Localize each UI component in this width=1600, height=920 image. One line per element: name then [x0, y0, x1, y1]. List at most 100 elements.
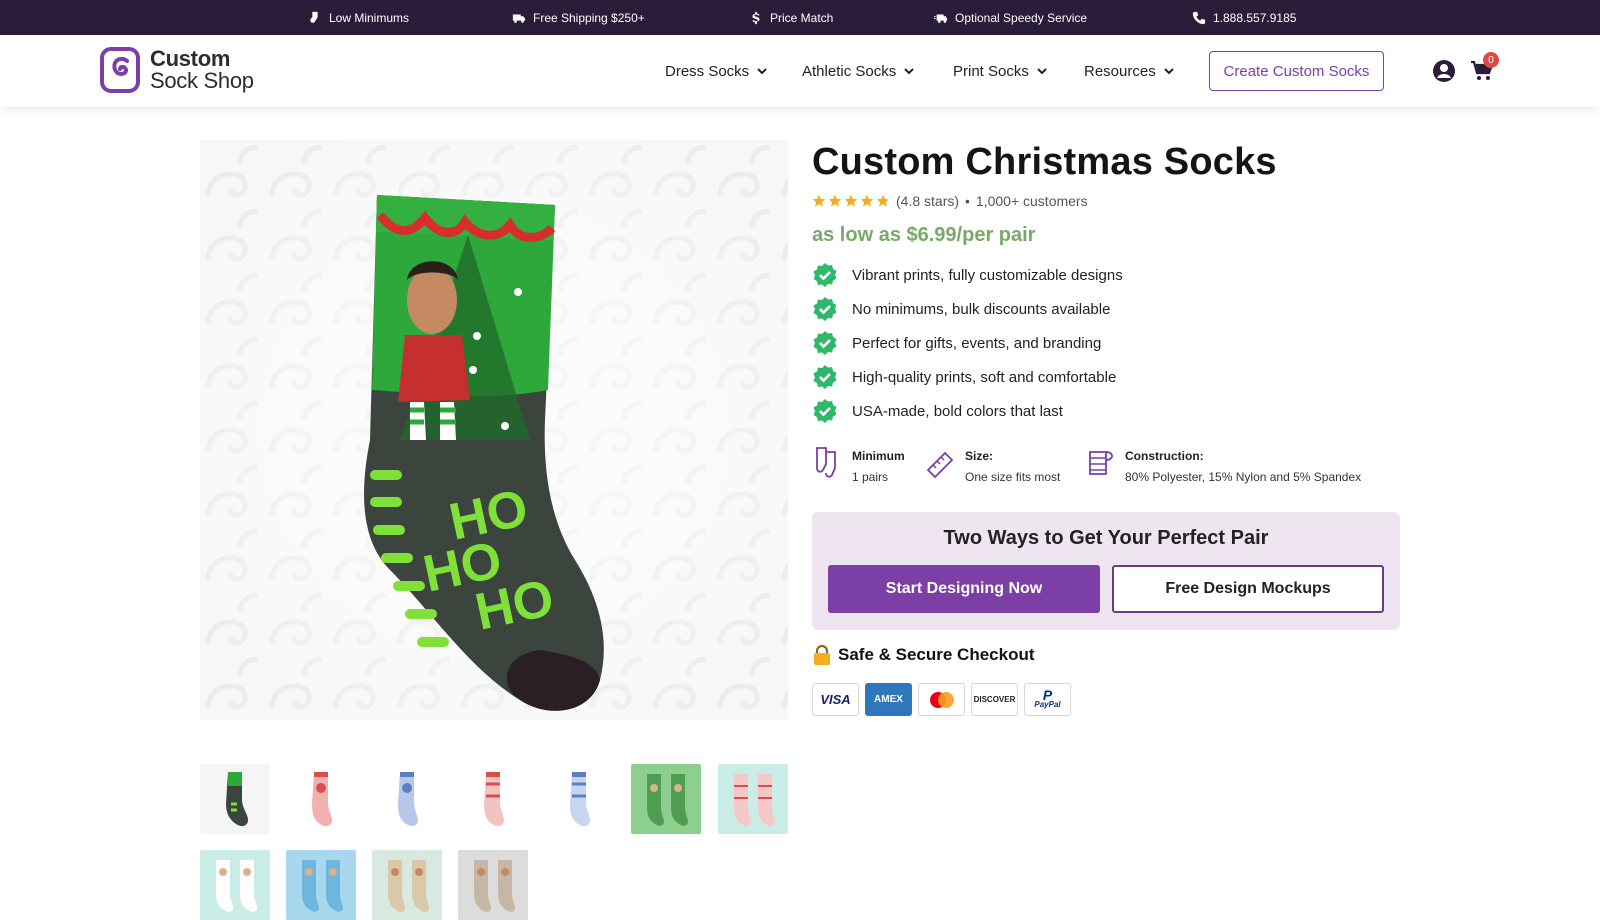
thumbnail-1[interactable] — [200, 764, 270, 834]
thumbnail-4[interactable] — [458, 764, 528, 834]
mint-pair-thumb — [200, 850, 270, 920]
chevron-down-icon — [904, 68, 914, 75]
check-badge-icon — [813, 331, 837, 355]
payment-methods: VISA AMEX DISCOVER P PayPal — [812, 683, 1071, 716]
topbar-item-free-shipping: Free Shipping $250+ — [512, 0, 645, 35]
truck-icon — [512, 14, 526, 23]
pink-pair-thumb — [718, 764, 788, 834]
paypal-mark: P — [1042, 686, 1053, 703]
thumbnail-5[interactable] — [544, 764, 614, 834]
topbar-label: Price Match — [770, 10, 834, 25]
mastercard-circles — [929, 691, 954, 708]
feature-text: No minimums, bulk discounts available — [852, 300, 1111, 318]
logo-line-1: Custom — [150, 46, 231, 71]
topbar-label: Free Shipping $250+ — [533, 10, 645, 25]
thumbnail-8[interactable] — [200, 850, 270, 920]
site-header: Custom Sock Shop Dress Socks Athletic So… — [0, 35, 1600, 107]
chevron-down-icon — [1037, 68, 1047, 75]
feature-item: High-quality prints, soft and comfortabl… — [812, 360, 1123, 394]
thumbnail-10[interactable] — [372, 850, 442, 920]
thumbnail-3[interactable] — [372, 764, 442, 834]
nav-label: Dress Socks — [665, 62, 750, 80]
secure-checkout-text: Safe & Secure Checkout — [838, 645, 1035, 664]
spec-minimum: Minimum 1 pairs — [812, 446, 925, 488]
sock-pair-icon — [816, 447, 836, 478]
customers-count: 1,000+ customers — [975, 193, 1088, 209]
feature-text: Perfect for gifts, events, and branding — [852, 334, 1102, 352]
nav-print-socks[interactable]: Print Socks — [953, 35, 1047, 107]
top-announcement-bar: Low Minimums Free Shipping $250+ Price M… — [0, 0, 1600, 35]
phone-number-link[interactable]: 1.888.557.9185 — [1213, 11, 1296, 25]
chevron-down-icon — [1163, 68, 1174, 75]
nav-label: Resources — [1084, 62, 1156, 80]
blue-sock-thumb — [544, 764, 614, 834]
rating-row: (4.8 stars) • 1,000+ customers — [812, 193, 1088, 209]
product-specs: Minimum 1 pairs Size: One size fits most… — [812, 446, 1361, 488]
feature-item: No minimums, bulk discounts available — [812, 292, 1123, 326]
amex-card-icon: AMEX — [865, 683, 912, 716]
discover-label: DISCOVER — [973, 695, 1016, 704]
spec-construction: Construction: 80% Polyester, 15% Nylon a… — [1085, 446, 1361, 488]
thumbnail-11[interactable] — [458, 850, 528, 920]
check-badge-icon — [813, 399, 837, 423]
two-ways-title: Two Ways to Get Your Perfect Pair — [943, 527, 1269, 549]
check-badge-icon — [813, 297, 837, 321]
thumbnail-7[interactable] — [718, 764, 788, 834]
feature-list: Vibrant prints, fully customizable desig… — [812, 258, 1123, 428]
nav-label: Athletic Socks — [802, 62, 897, 80]
thumbnail-9[interactable] — [286, 850, 356, 920]
spec-value: One size fits most — [965, 470, 1061, 484]
topbar-label: Low Minimums — [329, 10, 410, 25]
feature-text: High-quality prints, soft and comfortabl… — [852, 368, 1117, 386]
nav-label: Print Socks — [953, 62, 1029, 80]
site-logo[interactable]: Custom Sock Shop — [100, 47, 254, 93]
dollar-icon — [752, 11, 760, 24]
check-badge-icon — [813, 365, 837, 389]
check-badge-icon — [813, 263, 837, 287]
start-designing-button[interactable]: Start Designing Now — [828, 565, 1100, 613]
chevron-down-icon — [757, 68, 767, 75]
spec-label: Minimum — [852, 449, 905, 463]
spec-label: Size: — [965, 449, 994, 463]
discover-card-icon: DISCOVER — [971, 683, 1018, 716]
paypal-label: PayPal — [1034, 699, 1061, 709]
price-text: as low as $6.99/per pair — [812, 224, 1036, 246]
beige-pair-thumb — [372, 850, 442, 920]
fabric-roll-icon — [1089, 451, 1113, 475]
ruler-icon — [926, 451, 954, 479]
lock-icon — [814, 644, 830, 665]
topbar-item-low-minimums: Low Minimums — [308, 0, 409, 35]
nav-resources[interactable]: Resources — [1084, 35, 1174, 107]
create-custom-socks-button[interactable]: Create Custom Socks — [1209, 51, 1384, 91]
thumbnail-6[interactable] — [631, 764, 701, 834]
sock-icon — [310, 11, 318, 23]
thumbnail-2[interactable] — [286, 764, 356, 834]
spec-size: Size: One size fits most — [925, 446, 1085, 488]
two-ways-panel: Two Ways to Get Your Perfect Pair Start … — [812, 512, 1400, 630]
star-rating — [812, 194, 890, 208]
nav-athletic-socks[interactable]: Athletic Socks — [802, 35, 914, 107]
topbar-item-speedy-service: Optional Speedy Service — [934, 0, 1087, 35]
spec-value: 1 pairs — [852, 470, 889, 484]
product-main-image[interactable]: HO HO HO — [200, 140, 788, 720]
visa-card-icon: VISA — [812, 683, 859, 716]
spec-label: Construction: — [1125, 449, 1204, 463]
red-sock-thumb — [458, 764, 528, 834]
nav-dress-socks[interactable]: Dress Socks — [665, 35, 767, 107]
feature-text: USA-made, bold colors that last — [852, 402, 1063, 420]
rating-separator: • — [965, 193, 970, 209]
phone-icon — [1192, 11, 1206, 24]
star-icon — [828, 194, 842, 207]
green-pair-thumb — [631, 764, 701, 834]
feature-text: Vibrant prints, fully customizable desig… — [852, 266, 1123, 284]
topbar-item-phone[interactable]: 1.888.557.9185 — [1192, 0, 1296, 35]
cart-count-badge: 0 — [1483, 52, 1499, 68]
account-icon[interactable] — [1432, 59, 1456, 83]
christmas-sock-illustration: HO HO HO — [364, 195, 604, 711]
feature-item: USA-made, bold colors that last — [812, 394, 1123, 428]
spec-value: 80% Polyester, 15% Nylon and 5% Spandex — [1125, 470, 1362, 484]
free-design-mockups-button[interactable]: Free Design Mockups — [1112, 565, 1384, 613]
blue-pair-thumb — [286, 850, 356, 920]
grey-pair-thumb — [458, 850, 528, 920]
topbar-item-price-match: Price Match — [749, 0, 833, 35]
